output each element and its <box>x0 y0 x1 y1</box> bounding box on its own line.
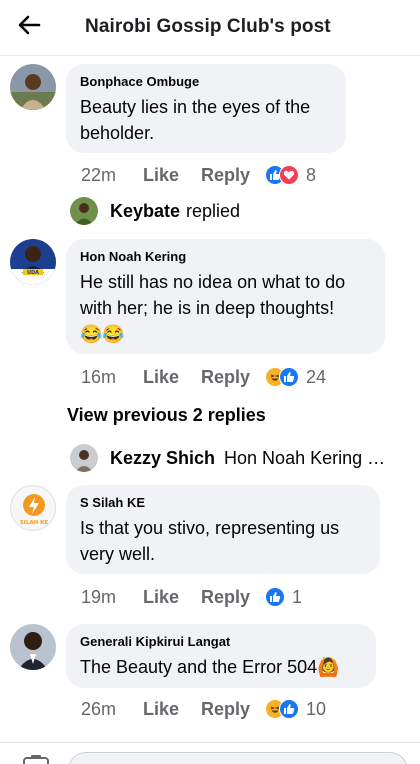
back-button[interactable] <box>12 10 46 40</box>
silah-logo-text: SILAH KE <box>20 520 49 526</box>
comment-actions: 16m Like Reply 24 <box>81 365 326 389</box>
comment-bubble[interactable]: Bonphace Ombuge Beauty lies in the eyes … <box>66 64 346 153</box>
like-icon <box>279 367 299 387</box>
comment-actions: 19m Like Reply 1 <box>81 585 302 609</box>
reply-button[interactable]: Reply <box>201 587 265 608</box>
comment-text-row: The Beauty and the Error 504🙆 <box>80 654 362 680</box>
like-button[interactable]: Like <box>143 699 201 720</box>
comment-author[interactable]: S Silah KE <box>80 495 366 511</box>
lightning-logo-icon: SILAH KE <box>20 494 49 526</box>
uda-badge-text: UDA <box>27 270 39 276</box>
avatar-kezzy <box>70 444 98 472</box>
reply-button[interactable]: Reply <box>201 367 265 388</box>
composer-divider <box>0 742 420 743</box>
reply-button[interactable]: Reply <box>201 699 265 720</box>
comment-text: Beauty lies in the eyes of the beholder. <box>80 97 311 143</box>
profile-photo-icon <box>10 64 56 110</box>
camera-button[interactable] <box>22 752 50 764</box>
reply-button[interactable]: Reply <box>201 165 265 186</box>
profile-photo-icon: UDA <box>10 239 56 285</box>
reaction-count: 10 <box>306 698 327 719</box>
reactions-summary[interactable]: 10 <box>265 699 326 720</box>
reactions-summary[interactable]: 1 <box>265 587 302 608</box>
avatar-bonphace[interactable] <box>10 64 56 110</box>
camera-icon <box>23 755 49 764</box>
replied-label: replied <box>186 200 241 221</box>
page-title: Nairobi Gossip Club's post <box>85 16 331 37</box>
avatar-keybate <box>70 197 98 225</box>
comment-author[interactable]: Bonphace Ombuge <box>80 74 332 90</box>
profile-photo-icon <box>70 197 98 225</box>
comment-text: The Beauty and the Error 504 <box>80 657 318 677</box>
reply-preview-text: Hon Noah Kering … <box>224 447 386 468</box>
comment-emojis: 😂😂 <box>80 324 125 344</box>
comment-time: 19m <box>81 586 117 607</box>
view-previous-replies-link[interactable]: View previous 2 replies <box>67 405 266 426</box>
reactions-summary[interactable]: 24 <box>265 367 326 388</box>
comment-time: 16m <box>81 366 117 387</box>
like-icon <box>279 699 299 719</box>
reaction-count: 1 <box>292 586 303 607</box>
top-bar: Nairobi Gossip Club's post <box>0 0 420 56</box>
love-icon <box>279 165 299 185</box>
comment-time: 22m <box>81 164 117 185</box>
reply-preview-row[interactable]: Kezzy Shich Hon Noah Kering … <box>70 444 410 472</box>
like-button[interactable]: Like <box>143 587 201 608</box>
comment-bubble[interactable]: Hon Noah Kering He still has no idea on … <box>66 239 385 354</box>
comment-actions: 22m Like Reply 8 <box>81 163 316 187</box>
avatar-generali[interactable] <box>10 624 56 670</box>
comment-text: Is that you stivo, representing us very … <box>80 518 340 564</box>
comment-input[interactable] <box>68 752 408 764</box>
reply-author[interactable]: Kezzy Shich <box>110 448 215 469</box>
replier-name[interactable]: Keybate <box>110 201 180 222</box>
profile-photo-icon <box>70 444 98 472</box>
comment-text: He still has no idea on what to do with … <box>80 272 346 318</box>
comment-bubble[interactable]: S Silah KE Is that you stivo, representi… <box>66 485 380 574</box>
like-button[interactable]: Like <box>143 165 201 186</box>
replied-row[interactable]: Keybate replied <box>70 197 240 225</box>
reaction-count: 24 <box>306 366 327 387</box>
like-icon <box>265 587 285 607</box>
profile-photo-icon <box>10 624 56 670</box>
comment-time: 26m <box>81 698 117 719</box>
comment-author[interactable]: Generali Kipkirui Langat <box>80 634 362 650</box>
comment-author[interactable]: Hon Noah Kering <box>80 249 371 265</box>
like-button[interactable]: Like <box>143 367 201 388</box>
comment-emojis: 🙆 <box>317 657 340 677</box>
avatar-silah[interactable]: SILAH KE <box>10 485 56 531</box>
avatar-noah-kering[interactable]: UDA <box>10 239 56 285</box>
comment-bubble[interactable]: Generali Kipkirui Langat The Beauty and … <box>66 624 376 688</box>
reaction-count: 8 <box>306 164 317 185</box>
comment-actions: 26m Like Reply 10 <box>81 697 326 721</box>
reactions-summary[interactable]: 8 <box>265 165 316 186</box>
back-arrow-icon <box>18 15 41 35</box>
